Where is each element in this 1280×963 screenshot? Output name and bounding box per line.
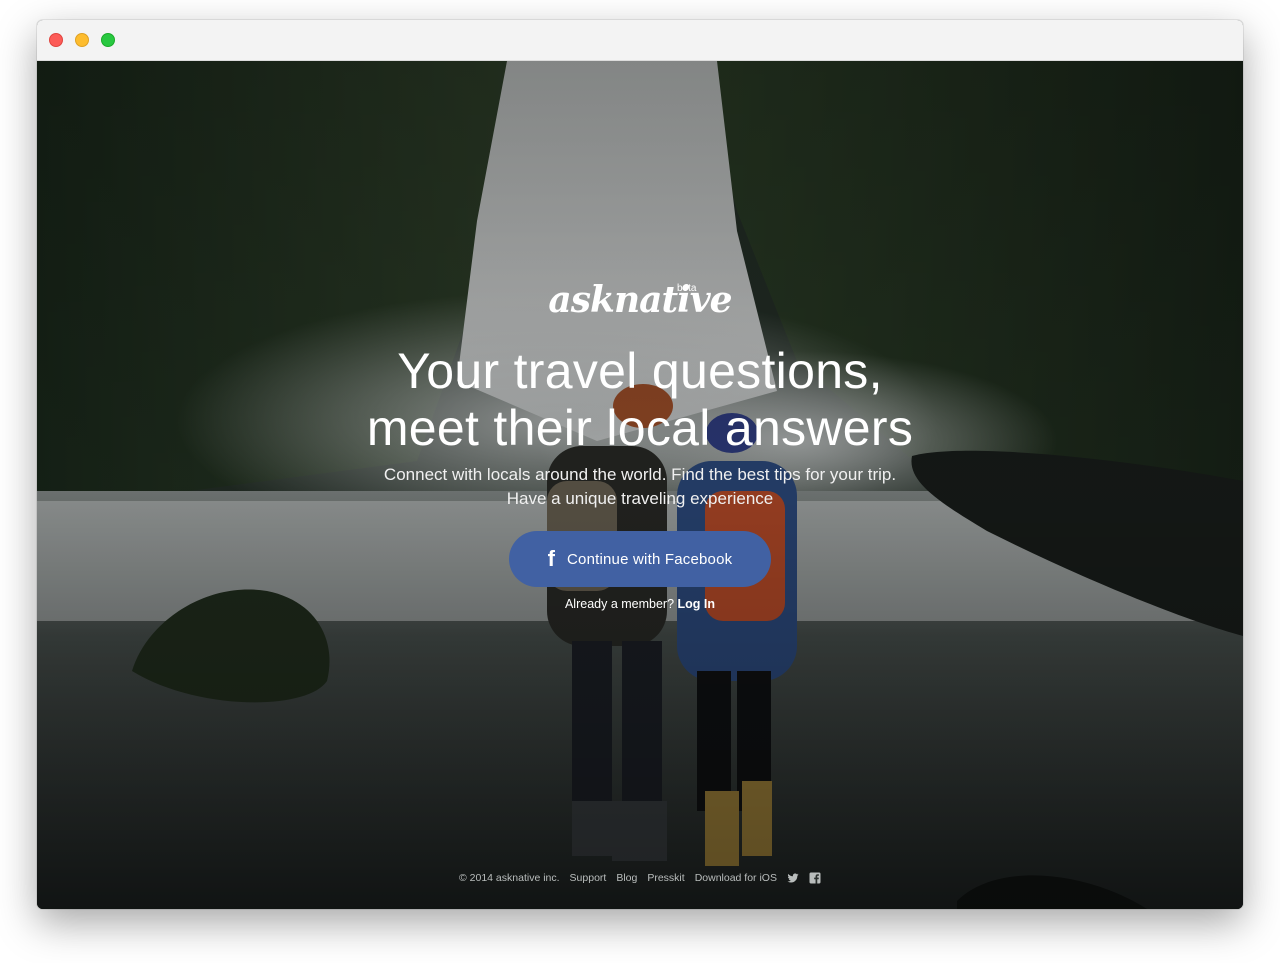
window-minimize-button[interactable] xyxy=(75,33,89,47)
facebook-icon: f xyxy=(547,546,555,571)
hero-section: asknative beta Your travel questions, me… xyxy=(37,61,1243,909)
login-link[interactable]: Log In xyxy=(678,597,716,611)
footer-link-download-ios[interactable]: Download for iOS xyxy=(695,872,777,884)
browser-titlebar xyxy=(37,20,1243,61)
headline-line-1: Your travel questions, xyxy=(397,343,883,399)
continue-with-facebook-button[interactable]: f Continue with Facebook xyxy=(509,531,771,587)
hero-subtitle: Connect with locals around the world. Fi… xyxy=(383,465,897,508)
window-maximize-button[interactable] xyxy=(101,33,115,47)
facebook-square-icon[interactable] xyxy=(809,872,821,884)
login-prompt: Already a member? Log In xyxy=(37,597,1243,611)
footer: © 2014 asknative inc. Support Blog Press… xyxy=(37,872,1243,884)
twitter-icon[interactable] xyxy=(787,872,799,884)
beta-badge: beta xyxy=(677,283,697,294)
footer-link-support[interactable]: Support xyxy=(570,872,607,884)
browser-window: asknative beta Your travel questions, me… xyxy=(37,20,1243,909)
window-close-button[interactable] xyxy=(49,33,63,47)
hero-content: asknative beta Your travel questions, me… xyxy=(37,61,1243,909)
logo-wordmark: asknative xyxy=(548,279,732,321)
footer-link-blog[interactable]: Blog xyxy=(616,872,637,884)
asknative-logo[interactable]: asknative beta xyxy=(37,279,1243,321)
copyright-text: © 2014 asknative inc. xyxy=(459,872,560,884)
member-prompt-text: Already a member? xyxy=(564,597,675,611)
hero-headline: Your travel questions, meet their local … xyxy=(37,343,1243,457)
footer-link-presskit[interactable]: Presskit xyxy=(647,872,684,884)
facebook-button-label: Continue with Facebook xyxy=(567,550,733,568)
headline-line-2: meet their local answers xyxy=(366,400,914,456)
